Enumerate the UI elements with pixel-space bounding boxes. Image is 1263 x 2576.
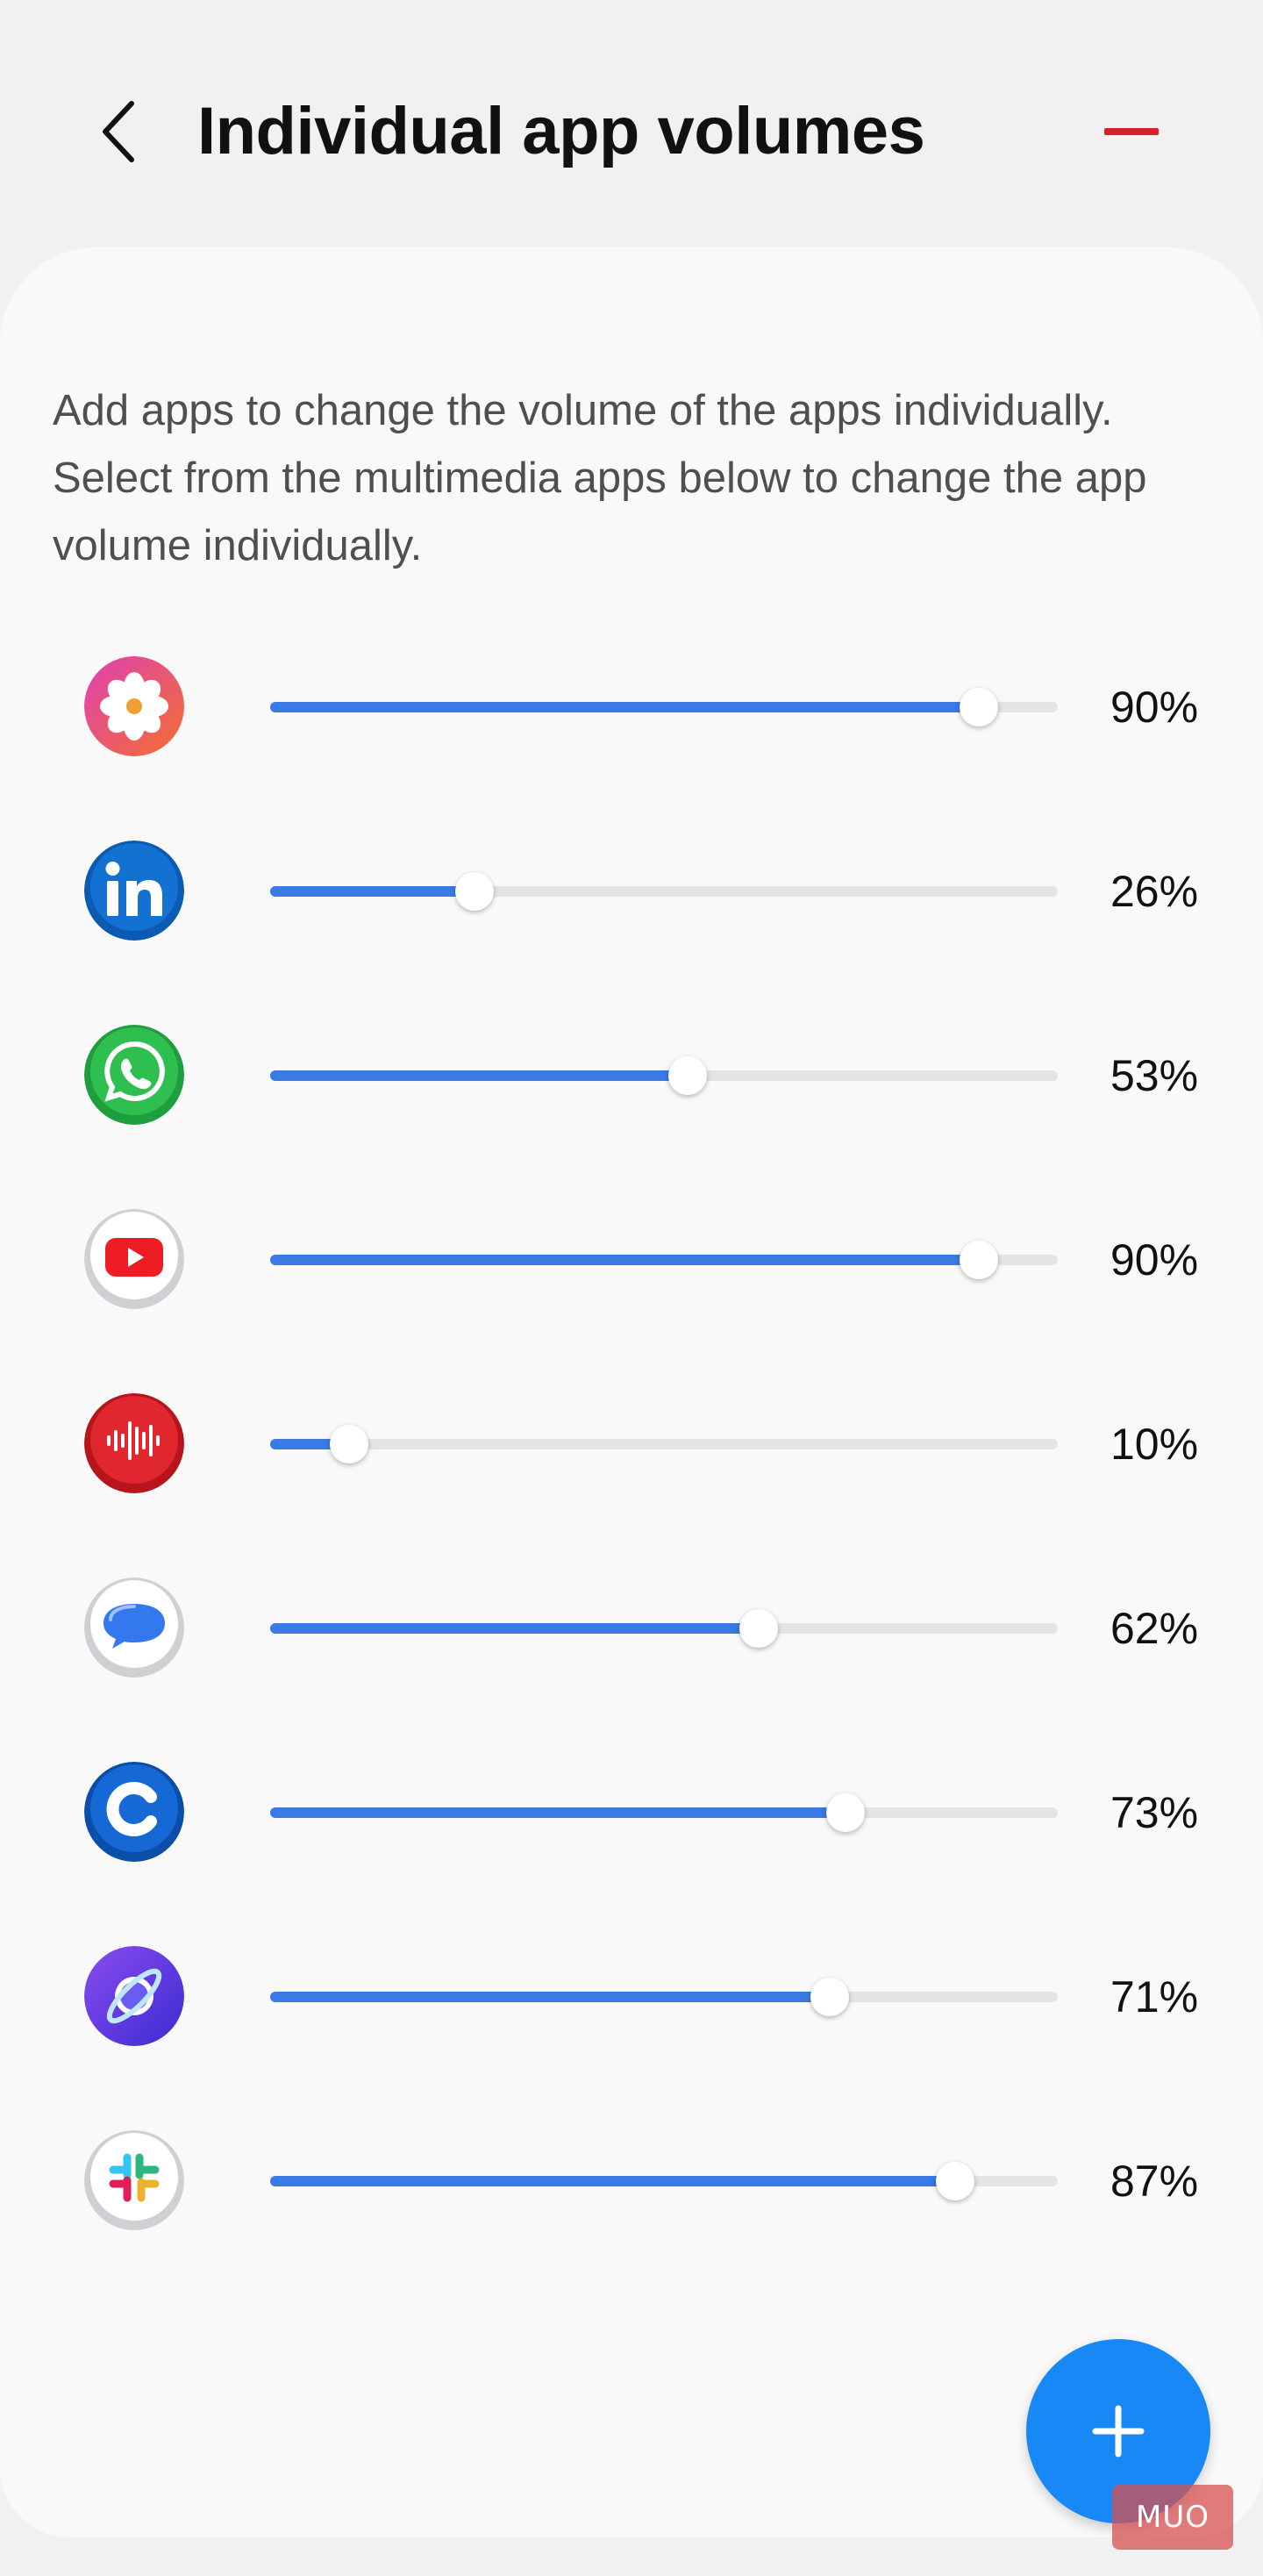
slider-thumb[interactable]	[667, 1056, 707, 1095]
slider-fill	[270, 1255, 980, 1265]
voice-recorder-icon	[84, 1393, 184, 1493]
volume-percent-label: 10%	[1110, 1420, 1199, 1469]
whatsapp-icon	[84, 1025, 184, 1125]
watermark-logo: MUO	[1112, 2485, 1233, 2550]
volume-percent-label: 62%	[1110, 1604, 1199, 1653]
slider-fill	[270, 1992, 830, 2002]
slider-fill	[270, 2176, 956, 2186]
internet-browser-icon	[84, 1946, 184, 2046]
volume-percent-label: 87%	[1110, 2157, 1199, 2206]
volume-slider[interactable]	[270, 1978, 1058, 2016]
volume-percent-label: 90%	[1110, 683, 1199, 732]
volume-slider[interactable]	[270, 1056, 1058, 1095]
back-arrow-icon	[103, 101, 134, 162]
slider-fill	[270, 886, 475, 897]
plus-icon	[1092, 2405, 1145, 2458]
linkedin-icon	[84, 841, 184, 941]
description-text: Add apps to change the volume of the app…	[53, 387, 1147, 569]
slider-thumb[interactable]	[960, 688, 999, 726]
volume-slider[interactable]	[270, 1793, 1058, 1832]
app-volume-row: 90%	[0, 640, 1263, 772]
app-bar: Individual app volumes	[0, 0, 1263, 246]
remove-button[interactable]	[1092, 97, 1171, 167]
volume-slider[interactable]	[270, 1241, 1058, 1279]
volume-percent-label: 73%	[1110, 1788, 1199, 1837]
slider-thumb[interactable]	[960, 1241, 999, 1279]
volume-percent-label: 71%	[1110, 1972, 1199, 2021]
app-volume-row: 26%	[0, 825, 1263, 956]
volume-percent-label: 26%	[1110, 867, 1199, 916]
slider-fill	[270, 1623, 759, 1634]
slider-thumb[interactable]	[936, 2162, 975, 2200]
slider-fill	[270, 1807, 846, 1818]
slider-thumb[interactable]	[739, 1609, 778, 1648]
volume-slider[interactable]	[270, 1609, 1058, 1648]
messages-icon	[84, 1578, 184, 1678]
minus-icon	[1104, 128, 1159, 135]
slider-fill	[270, 1070, 688, 1081]
slider-thumb[interactable]	[810, 1978, 849, 2016]
slider-thumb[interactable]	[455, 872, 495, 911]
youtube-icon	[84, 1209, 184, 1309]
app-volume-row: 71%	[0, 1930, 1263, 2062]
gallery-icon	[84, 656, 184, 756]
c-app-icon	[84, 1762, 184, 1862]
app-volume-row: 90%	[0, 1193, 1263, 1325]
slider-fill	[270, 702, 980, 712]
volume-slider[interactable]	[270, 2162, 1058, 2200]
slider-thumb[interactable]	[329, 1425, 368, 1463]
volume-slider[interactable]	[270, 872, 1058, 911]
app-volume-row: 10%	[0, 1377, 1263, 1509]
app-volume-row: 62%	[0, 1562, 1263, 1693]
slack-icon	[84, 2130, 184, 2230]
page-title: Individual app volumes	[197, 94, 925, 168]
volume-percent-label: 90%	[1110, 1235, 1199, 1284]
app-volume-row: 73%	[0, 1746, 1263, 1878]
slider-thumb[interactable]	[825, 1793, 865, 1832]
app-volume-row: 53%	[0, 1009, 1263, 1141]
volume-slider[interactable]	[270, 1425, 1058, 1463]
volume-percent-label: 53%	[1110, 1051, 1199, 1100]
volume-slider[interactable]	[270, 688, 1058, 726]
app-volume-row: 87%	[0, 2114, 1263, 2246]
back-button[interactable]	[83, 88, 153, 175]
